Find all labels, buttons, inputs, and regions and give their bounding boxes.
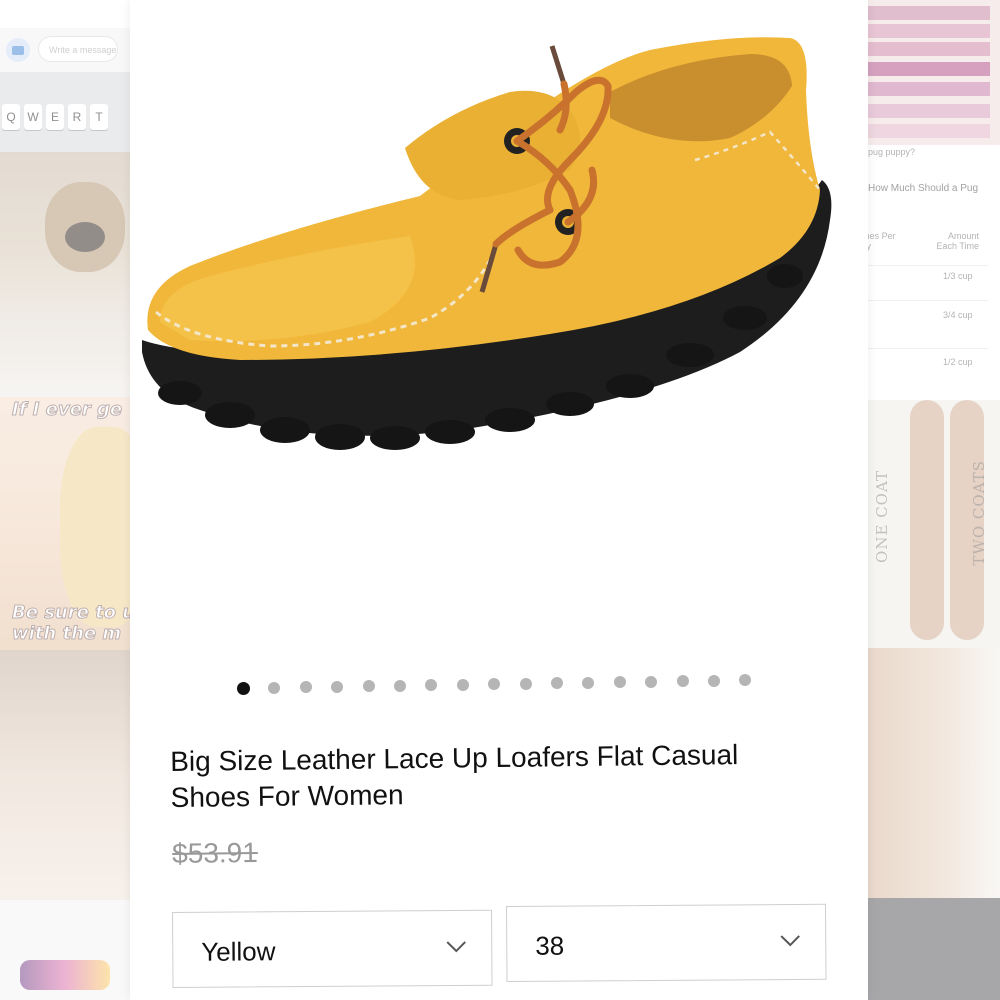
keyboard-row: QWERT [0, 104, 108, 130]
size-select-value: 38 [535, 930, 565, 961]
carousel-dot[interactable] [268, 681, 281, 694]
leg-shape [910, 400, 944, 640]
carousel-dot[interactable] [739, 674, 752, 686]
meme-bottom-text-2: with the m [11, 623, 122, 645]
original-price: $53.91 [172, 836, 259, 869]
carousel-dot[interactable] [425, 679, 438, 691]
carousel-dot[interactable] [299, 681, 312, 693]
camera-icon [6, 38, 30, 62]
carousel-dot[interactable] [613, 676, 626, 688]
dark-photo-right [862, 898, 1000, 1000]
carousel-dot[interactable] [676, 675, 689, 687]
skin-photo-right [862, 648, 1000, 898]
product-card: Big Size Leather Lace Up Loafers Flat Ca… [130, 0, 868, 1000]
carousel-dot[interactable] [582, 676, 595, 689]
chevron-down-icon [780, 935, 800, 947]
article-heading: rt - How Much Should a Pug [853, 183, 979, 194]
color-select-value: Yellow [201, 936, 276, 967]
table-cell: 1/2 cup [943, 357, 973, 367]
two-coats-label: TWO COATS [970, 460, 988, 566]
keyboard-key: R [68, 104, 86, 130]
carousel-dot[interactable] [456, 678, 469, 691]
carousel-dot[interactable] [362, 680, 375, 692]
divider [848, 300, 988, 301]
pug-feeding-article: d a pug puppy? rt - How Much Should a Pu… [848, 145, 1000, 395]
meme-image: If I ever ge Be sure to us with the m [0, 397, 135, 650]
carousel-dot[interactable] [645, 675, 658, 688]
keyboard-key: Q [2, 104, 20, 130]
one-coat-label: ONE COAT [873, 470, 891, 563]
table-cell: 3/4 cup [943, 310, 973, 320]
carousel-dot[interactable] [519, 677, 532, 690]
lip-gloss-swatches [848, 0, 1000, 145]
carousel-dot[interactable] [488, 678, 501, 690]
keyboard: QWERT [0, 72, 135, 152]
doll-hair [60, 427, 135, 627]
keyboard-key: W [24, 104, 42, 130]
pug-face [45, 182, 125, 272]
carousel-dot-active[interactable] [237, 682, 250, 695]
message-input: Write a message [38, 36, 118, 62]
carousel-dot[interactable] [708, 674, 720, 687]
meme-top-text: If I ever ge [11, 399, 123, 421]
product-title: Big Size Leather Lace Up Loafers Flat Ca… [170, 739, 739, 813]
carousel-dot[interactable] [331, 680, 344, 693]
product-image[interactable] [130, 0, 868, 640]
pug-photo [0, 152, 135, 397]
keyboard-key: T [90, 104, 108, 130]
sunglasses-icon [20, 960, 110, 990]
carousel-dot[interactable] [394, 679, 406, 692]
meme-bottom-text-1: Be sure to us [12, 602, 135, 624]
divider [848, 348, 988, 349]
table-cell: 1/3 cup [943, 271, 973, 281]
keyboard-key: E [46, 104, 64, 130]
chevron-down-icon [446, 941, 466, 953]
divider [848, 265, 988, 266]
color-select[interactable]: Yellow [172, 909, 493, 988]
size-select[interactable]: 38 [506, 903, 827, 982]
legs-photo-left [0, 650, 135, 900]
carousel-dot[interactable] [551, 677, 563, 689]
table-header-amount: Amount Each Time [936, 231, 979, 251]
